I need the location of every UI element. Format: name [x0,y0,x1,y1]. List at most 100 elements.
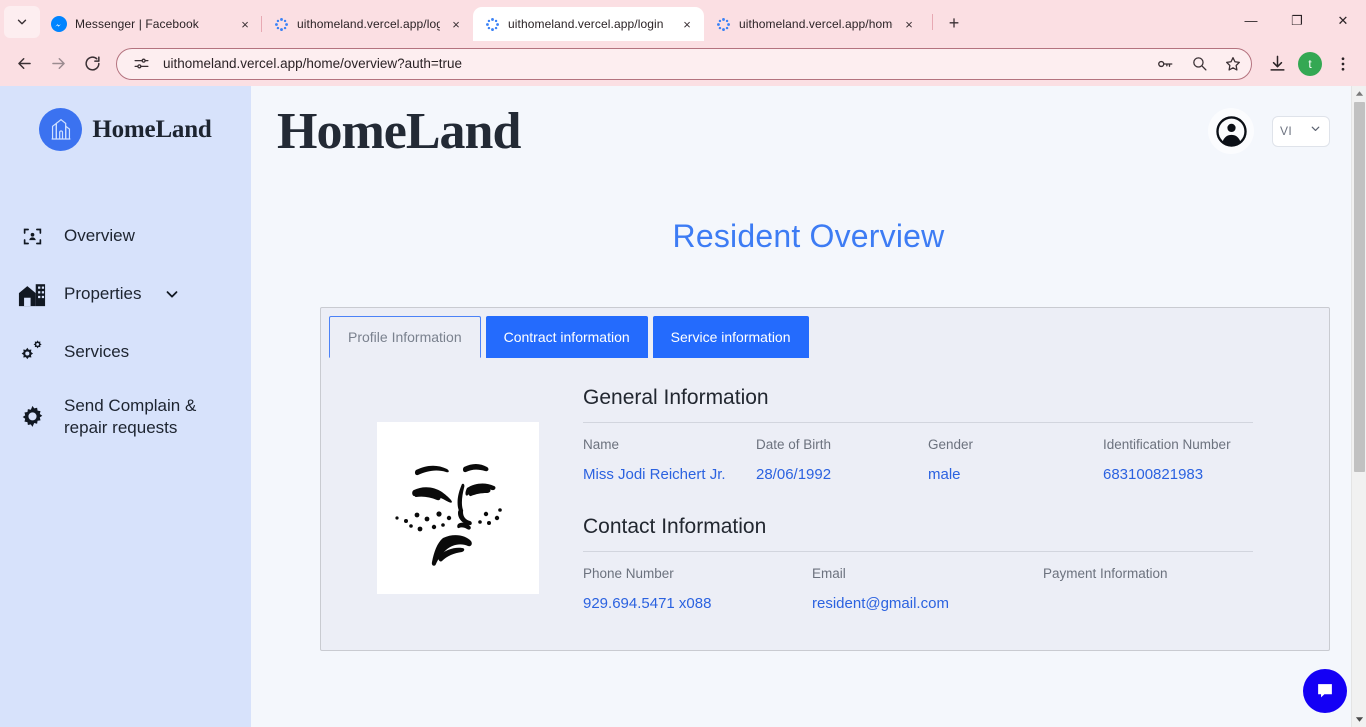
address-bar-url: uithomeland.vercel.app/home/overview?aut… [163,56,463,71]
star-bookmark-icon[interactable] [1221,52,1245,76]
contact-information-labels: Phone Number Email Payment Information 9… [583,566,1253,616]
tab-close-icon[interactable]: × [448,16,464,32]
zoom-search-icon[interactable] [1187,52,1211,76]
sidebar-item-label: Properties [64,283,142,303]
window-maximize-button[interactable]: ❐ [1274,0,1320,41]
browser-tab-title: uithomeland.vercel.app/home/c [739,17,893,31]
window-controls: — ❐ ✕ [1228,0,1366,41]
field-label-gender: Gender [928,437,974,452]
reload-button[interactable] [76,48,108,80]
sidebar-brand-label: HomeLand [92,115,212,143]
chat-bubble-icon [1318,684,1332,698]
field-value-payment-information [1043,595,1253,616]
reload-icon [84,56,100,71]
header-actions: VI [1208,108,1330,154]
browser-tab-3[interactable]: uithomeland.vercel.app/home/c × [704,7,926,41]
sidebar-item-label: Overview [64,225,135,245]
details-pane: General Information Name Date of Birth G… [583,386,1253,616]
messenger-icon [51,16,67,32]
chevron-down-icon [1309,122,1322,140]
section-title-general: General Information [583,386,769,409]
scroll-up-arrow[interactable] [1352,86,1366,101]
tab-close-icon[interactable]: × [901,16,917,32]
forward-button[interactable] [42,48,74,80]
browser-tab-title: Messenger | Facebook [75,17,199,31]
resident-face-illustration [377,422,539,594]
download-icon [1269,55,1285,71]
field-label-dob: Date of Birth [756,437,832,452]
section-title-contact: Contact Information [583,515,767,538]
field-value-dob: 28/06/1992 [756,466,832,483]
section-divider [583,551,1253,552]
field-value-gender: male [928,466,961,483]
three-dot-menu-icon [1341,56,1345,71]
tab-service-information[interactable]: Service information [652,316,809,358]
chat-support-button[interactable] [1303,669,1347,713]
window-close-button[interactable]: ✕ [1320,0,1366,41]
browser-tab-1[interactable]: uithomeland.vercel.app/login × [261,7,473,41]
services-gears-icon [16,338,48,366]
chevron-down-icon[interactable] [163,285,181,303]
sidebar-item-services[interactable]: Services [0,323,251,381]
card-tab-row: Profile Information Contract information… [329,316,1329,358]
scrollbar-thumb[interactable] [1354,102,1365,472]
vercel-app-icon [484,16,500,32]
tab-close-icon[interactable]: × [237,16,253,32]
sidebar-item-send-complain[interactable]: Send Complain & repair requests [0,381,251,453]
language-selector-value: VI [1280,124,1293,138]
homeland-building-logo [39,108,83,151]
tab-separator [261,16,262,32]
password-key-icon[interactable] [1153,52,1177,76]
account-button[interactable] [1208,108,1254,154]
browser-tab-strip: Messenger | Facebook × uithomeland.verce… [0,0,1366,41]
field-value-identification-number: 683100821983 [1103,466,1204,483]
language-selector[interactable]: VI [1272,115,1330,147]
back-button[interactable] [8,48,40,80]
field-label-identification-number: Identification Number [1103,437,1231,452]
section-divider [583,422,1253,423]
sidebar-item-properties[interactable]: Properties [0,265,251,323]
sidebar-nav-list: Overview Properties Services Send Compla… [0,207,251,453]
field-value-email: resident@gmail.com [812,595,949,612]
sidebar-item-overview[interactable]: Overview [0,207,251,265]
settings-gear-icon [16,404,48,431]
sidebar-brand[interactable]: HomeLand [0,108,251,151]
tab-contract-information[interactable]: Contract information [485,316,648,358]
browser-tab-2-active[interactable]: uithomeland.vercel.app/login × [473,7,704,41]
app-wordmark[interactable]: HomeLand [277,102,521,161]
arrow-back-icon [17,57,31,70]
window-minimize-button[interactable]: — [1228,0,1274,41]
app-sidebar: HomeLand Overview Properties Services Se… [0,86,251,727]
sidebar-item-label: Send Complain & repair requests [64,396,197,438]
overview-scan-icon [16,226,48,247]
tab-search-button[interactable] [4,6,40,38]
browser-toolbar: uithomeland.vercel.app/home/overview?aut… [0,41,1366,86]
field-value-name: Miss Jodi Reichert Jr. [583,466,726,483]
browser-tab-title: uithomeland.vercel.app/login [508,17,664,31]
browser-menu-button[interactable] [1328,49,1358,79]
scroll-down-arrow[interactable] [1352,712,1366,727]
sidebar-item-label: Services [64,341,130,361]
browser-tab-0[interactable]: Messenger | Facebook × [40,7,262,41]
page-viewport: HomeLand Overview Properties Services Se… [0,86,1366,727]
account-circle-icon [1215,115,1247,147]
address-bar[interactable]: uithomeland.vercel.app/home/overview?aut… [116,47,1252,80]
browser-window: Messenger | Facebook × uithomeland.verce… [0,0,1366,727]
profile-avatar-button[interactable]: t [1298,51,1322,76]
browser-tab-title: uithomeland.vercel.app/login [297,17,440,31]
vercel-app-icon [715,16,731,32]
field-label-payment-information: Payment Information [1043,566,1168,581]
card-body: General Information Name Date of Birth G… [321,358,1329,650]
vercel-app-icon [273,16,289,32]
page-scrollbar[interactable] [1351,86,1366,727]
site-settings-icon[interactable] [129,52,153,76]
properties-building-icon [16,280,48,308]
field-label-name: Name [583,437,620,452]
download-button[interactable] [1262,49,1292,79]
general-information-labels: Name Date of Birth Gender Identification… [583,437,1253,487]
new-tab-button[interactable]: + [940,9,968,37]
tab-close-icon[interactable]: × [679,16,695,32]
arrow-forward-icon [51,57,65,70]
tab-profile-information[interactable]: Profile Information [329,316,481,358]
